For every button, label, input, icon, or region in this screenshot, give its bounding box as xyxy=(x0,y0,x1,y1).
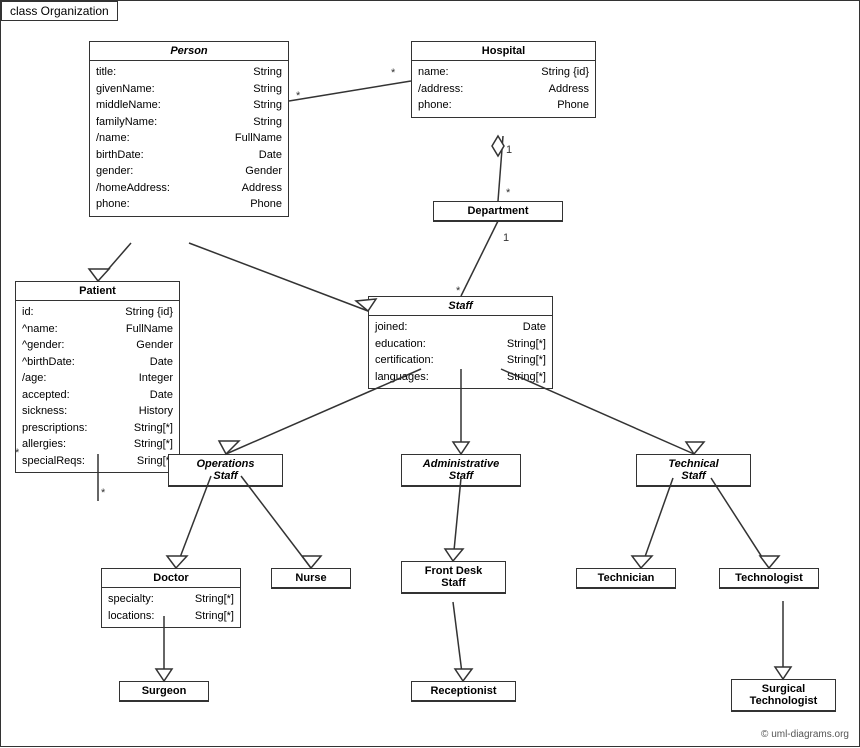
class-technician: Technician xyxy=(576,568,676,589)
svg-text:1: 1 xyxy=(503,232,509,244)
department-title: Department xyxy=(434,202,562,221)
front-desk-staff-title: Front DeskStaff xyxy=(402,562,505,593)
class-department: Department xyxy=(433,201,563,222)
technical-staff-title: TechnicalStaff xyxy=(637,455,750,486)
svg-text:*: * xyxy=(101,487,106,499)
doctor-attrs: specialty:String[*] locations:String[*] xyxy=(102,588,240,627)
surgical-technologist-title: SurgicalTechnologist xyxy=(732,680,835,711)
receptionist-title: Receptionist xyxy=(412,682,515,701)
staff-title: Staff xyxy=(369,297,552,316)
svg-text:*: * xyxy=(506,187,511,199)
class-person: Person title:String givenName:String mid… xyxy=(89,41,289,217)
surgeon-title: Surgeon xyxy=(120,682,208,701)
class-hospital: Hospital name:String {id} /address:Addre… xyxy=(411,41,596,118)
technologist-title: Technologist xyxy=(720,569,818,588)
class-staff: Staff joined:Date education:String[*] ce… xyxy=(368,296,553,389)
class-doctor: Doctor specialty:String[*] locations:Str… xyxy=(101,568,241,628)
person-attrs: title:String givenName:String middleName… xyxy=(90,61,288,216)
nurse-title: Nurse xyxy=(272,569,350,588)
patient-attrs: id:String {id} ^name:FullName ^gender:Ge… xyxy=(16,301,179,472)
class-front-desk-staff: Front DeskStaff xyxy=(401,561,506,594)
class-nurse: Nurse xyxy=(271,568,351,589)
class-operations-staff: OperationsStaff xyxy=(168,454,283,487)
person-title: Person xyxy=(90,42,288,61)
class-patient: Patient id:String {id} ^name:FullName ^g… xyxy=(15,281,180,473)
class-technologist: Technologist xyxy=(719,568,819,589)
class-surgical-technologist: SurgicalTechnologist xyxy=(731,679,836,712)
hospital-title: Hospital xyxy=(412,42,595,61)
operations-staff-title: OperationsStaff xyxy=(169,455,282,486)
staff-attrs: joined:Date education:String[*] certific… xyxy=(369,316,552,388)
copyright: © uml-diagrams.org xyxy=(761,729,849,740)
svg-text:1: 1 xyxy=(506,144,512,156)
hospital-attrs: name:String {id} /address:Address phone:… xyxy=(412,61,595,117)
class-administrative-staff: AdministrativeStaff xyxy=(401,454,521,487)
technician-title: Technician xyxy=(577,569,675,588)
class-receptionist: Receptionist xyxy=(411,681,516,702)
patient-title: Patient xyxy=(16,282,179,301)
diagram-container: class Organization Person title:String g… xyxy=(0,0,860,747)
class-technical-staff: TechnicalStaff xyxy=(636,454,751,487)
class-surgeon: Surgeon xyxy=(119,681,209,702)
administrative-staff-title: AdministrativeStaff xyxy=(402,455,520,486)
svg-text:*: * xyxy=(296,90,301,102)
doctor-title: Doctor xyxy=(102,569,240,588)
frame-label: class Organization xyxy=(1,1,118,21)
svg-text:*: * xyxy=(391,67,396,79)
